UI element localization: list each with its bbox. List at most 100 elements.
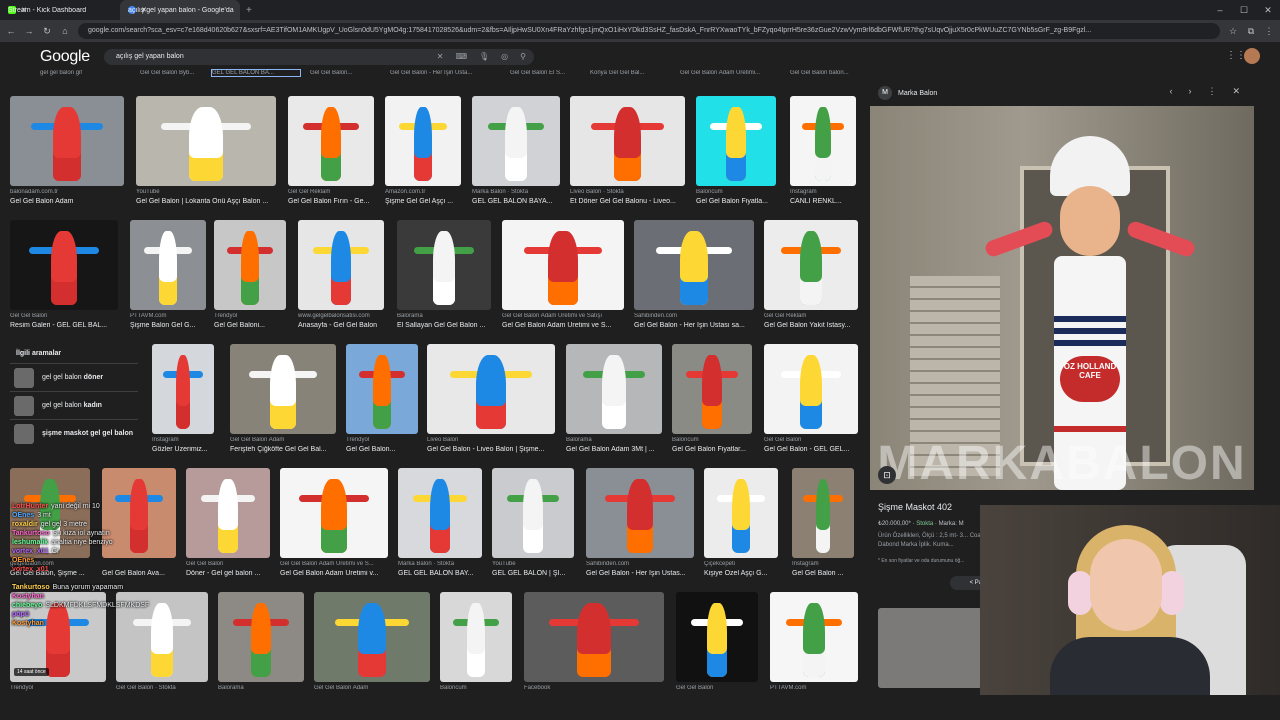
result-tile[interactable]: Balorama Gel Gel Balon Adam 3Mt | ...: [566, 344, 662, 458]
result-title[interactable]: Gel Gel Balon ...: [792, 570, 854, 577]
microphone-icon[interactable]: 🎙: [479, 49, 489, 65]
new-tab-button[interactable]: +: [246, 5, 252, 16]
result-tile[interactable]: Facebook: [524, 592, 664, 706]
result-tile[interactable]: Sahibinden.com Gel Gel Balon - Her İşin U…: [634, 220, 754, 334]
result-title[interactable]: Ferişteh Çiğköfte Gel Gel Bal...: [230, 446, 336, 453]
result-tile[interactable]: Gel Gel Balon Adam Üretimi ve S... Gel Ge…: [280, 468, 388, 582]
result-thumbnail[interactable]: [218, 592, 304, 682]
result-title[interactable]: Gel Gel Balon - GEL GEL...: [764, 446, 858, 453]
result-source[interactable]: Gel Gel Balon Adam: [230, 437, 336, 443]
result-source[interactable]: Marka Balon · Stokta: [472, 189, 560, 195]
result-title[interactable]: Resim Galeri - GEL GEL BAL...: [10, 322, 118, 329]
result-thumbnail[interactable]: [10, 220, 118, 310]
result-tile[interactable]: YouTube Gel Gel Balon | Lokanta Önü Aşçı …: [136, 96, 276, 210]
result-tile[interactable]: Gel Gel Balon Gel Gel Balon - GEL GEL...: [764, 344, 858, 458]
result-thumbnail[interactable]: [298, 220, 384, 310]
result-tile[interactable]: Balorama El Sallayan Gel Gel Balon ...: [397, 220, 491, 334]
result-title[interactable]: Gel Gel Balon Fırın - Ge...: [288, 198, 374, 205]
avatar[interactable]: [1244, 48, 1260, 64]
result-tile[interactable]: Amazon.com.tr Şişme Gel Gel Aşçı ...: [385, 96, 461, 210]
result-title[interactable]: Gel Gel Baloni...: [214, 322, 286, 329]
result-title[interactable]: GEL GEL BALON BAYA...: [472, 198, 560, 205]
result-thumbnail[interactable]: [566, 344, 662, 434]
top-strip-label[interactable]: Gel Gel Balon Adam Üretimi...: [680, 70, 768, 76]
result-tile[interactable]: Instagram Gel Gel Balon ...: [792, 468, 854, 582]
product-title[interactable]: Şişme Maskot 402: [878, 502, 952, 512]
previous-icon[interactable]: ‹: [1169, 86, 1172, 97]
result-source[interactable]: Gel Gel Balon: [764, 437, 858, 443]
top-strip-label[interactable]: Konya Gel Gel Bal...: [590, 70, 678, 76]
result-thumbnail[interactable]: [130, 220, 206, 310]
result-source[interactable]: Baloncum: [440, 685, 512, 691]
lens-search-icon[interactable]: ⊡: [878, 466, 896, 484]
result-title[interactable]: Et Döner Gel Gel Balonu - Liveo...: [570, 198, 685, 205]
result-title[interactable]: Gözler Üzerimiz...: [152, 446, 214, 453]
result-title[interactable]: Gel Gel Balon Fiyatlar...: [672, 446, 752, 453]
search-input[interactable]: açılış gel yapan balon ✕ ⌨ 🎙 ◎ ⚲: [104, 49, 534, 65]
result-source[interactable]: Gel Gel Balon: [10, 313, 118, 319]
result-source[interactable]: Marka Balon · Stokta: [398, 561, 482, 567]
result-thumbnail[interactable]: [524, 592, 664, 682]
result-title[interactable]: GEL GEL BALON | Şİ...: [492, 570, 574, 577]
result-title[interactable]: Şişme Balon Gel G...: [130, 322, 206, 329]
result-thumbnail[interactable]: [770, 592, 858, 682]
result-tile[interactable]: Marka Balon · Stokta GEL GEL BALON BAY...: [398, 468, 482, 582]
result-thumbnail[interactable]: [764, 220, 858, 310]
clear-icon[interactable]: ✕: [437, 49, 444, 65]
result-thumbnail[interactable]: [440, 592, 512, 682]
result-source[interactable]: Instagram: [790, 189, 856, 195]
close-icon[interactable]: ✕: [1232, 86, 1240, 97]
result-tile[interactable]: Gel Gel Balon Resim Galeri - GEL GEL BAL.…: [10, 220, 118, 334]
result-source[interactable]: Gel Gel Balon: [676, 685, 758, 691]
result-title[interactable]: Gel Gel Balon - Her İşin Ustası sa...: [634, 322, 754, 329]
result-tile[interactable]: Liveo Balon · Stokta Et Döner Gel Gel Bal…: [570, 96, 685, 210]
top-strip-label[interactable]: GEL GEL BALON BA...: [211, 69, 301, 77]
result-tile[interactable]: Instagram CANLI RENKL...: [790, 96, 856, 210]
google-apps-icon[interactable]: ⋮⋮: [1226, 50, 1246, 61]
result-tile[interactable]: Gel Gel Balon Adam: [314, 592, 430, 706]
result-title[interactable]: Gel Gel Balon - Liveo Balon | Şişme...: [427, 446, 555, 453]
result-thumbnail[interactable]: [214, 220, 286, 310]
result-thumbnail[interactable]: [570, 96, 685, 186]
url-field[interactable]: google.com/search?sca_esv=c7e168d40620b6…: [78, 23, 1220, 39]
result-tile[interactable]: Gel Gel Reklam Gel Gel Balon Fırın - Ge..…: [288, 96, 374, 210]
top-strip-label[interactable]: Gel Gel Balon El S...: [510, 70, 598, 76]
result-source[interactable]: Instagram: [152, 437, 214, 443]
result-source[interactable]: Gel Gel Balon Adam: [314, 685, 430, 691]
result-thumbnail[interactable]: [502, 220, 624, 310]
result-tile[interactable]: Baloncum Gel Gel Balon Fiyatla...: [696, 96, 776, 210]
result-thumbnail[interactable]: [152, 344, 214, 434]
result-title[interactable]: Gel Gel Balon | Lokanta Önü Aşçı Balon .…: [136, 198, 276, 205]
result-tile[interactable]: Liveo Balon Gel Gel Balon - Liveo Balon |…: [427, 344, 555, 458]
top-strip-label[interactable]: gel gel balon gif: [40, 70, 128, 76]
result-thumbnail[interactable]: [790, 96, 856, 186]
result-title[interactable]: El Sallayan Gel Gel Balon ...: [397, 322, 491, 329]
result-source[interactable]: Gel Gel Balon · Stokta: [116, 685, 208, 691]
top-strip-label[interactable]: Gel Gel Balon...: [310, 70, 398, 76]
tab-google-search[interactable]: açılış gel yapan balon - Google'da ✕: [120, 0, 240, 20]
result-source[interactable]: PTTAVM.com: [130, 313, 206, 319]
tab-kick-dashboard[interactable]: Stream - Kick Dashboard ✕: [0, 0, 120, 20]
result-tile[interactable]: Gel Gel Reklam Gel Gel Balon Yakıt İstasy…: [764, 220, 858, 334]
result-thumbnail[interactable]: [397, 220, 491, 310]
keyboard-icon[interactable]: ⌨: [455, 49, 467, 65]
next-icon[interactable]: ›: [1188, 86, 1191, 97]
result-tile[interactable]: Sahibinden.com Gel Gel Balon - Her İşin U…: [586, 468, 694, 582]
result-thumbnail[interactable]: [398, 468, 482, 558]
result-source[interactable]: YouTube: [492, 561, 574, 567]
forward-icon[interactable]: →: [24, 26, 34, 36]
result-title[interactable]: Gel Gel Balon - Her İşin Ustas...: [586, 570, 694, 577]
result-title[interactable]: CANLI RENKL...: [790, 198, 856, 205]
related-item[interactable]: gel gel balon döner: [10, 363, 138, 391]
result-tile[interactable]: PTTAVM.com Şişme Balon Gel G...: [130, 220, 206, 334]
result-thumbnail[interactable]: [427, 344, 555, 434]
result-thumbnail[interactable]: [136, 96, 276, 186]
result-source[interactable]: Sahibinden.com: [634, 313, 754, 319]
result-tile[interactable]: www.gelgelbalonsatisi.com Anasayfa - Gel …: [298, 220, 384, 334]
search-icon[interactable]: ⚲: [520, 49, 526, 65]
result-title[interactable]: Kişiye Özel Aşçı G...: [704, 570, 778, 577]
top-strip-label[interactable]: Gel Gel Balon balon...: [790, 70, 866, 76]
related-image-thumbnail[interactable]: [878, 608, 982, 688]
result-tile[interactable]: Gel Gel Balon: [676, 592, 758, 706]
result-thumbnail[interactable]: [346, 344, 418, 434]
